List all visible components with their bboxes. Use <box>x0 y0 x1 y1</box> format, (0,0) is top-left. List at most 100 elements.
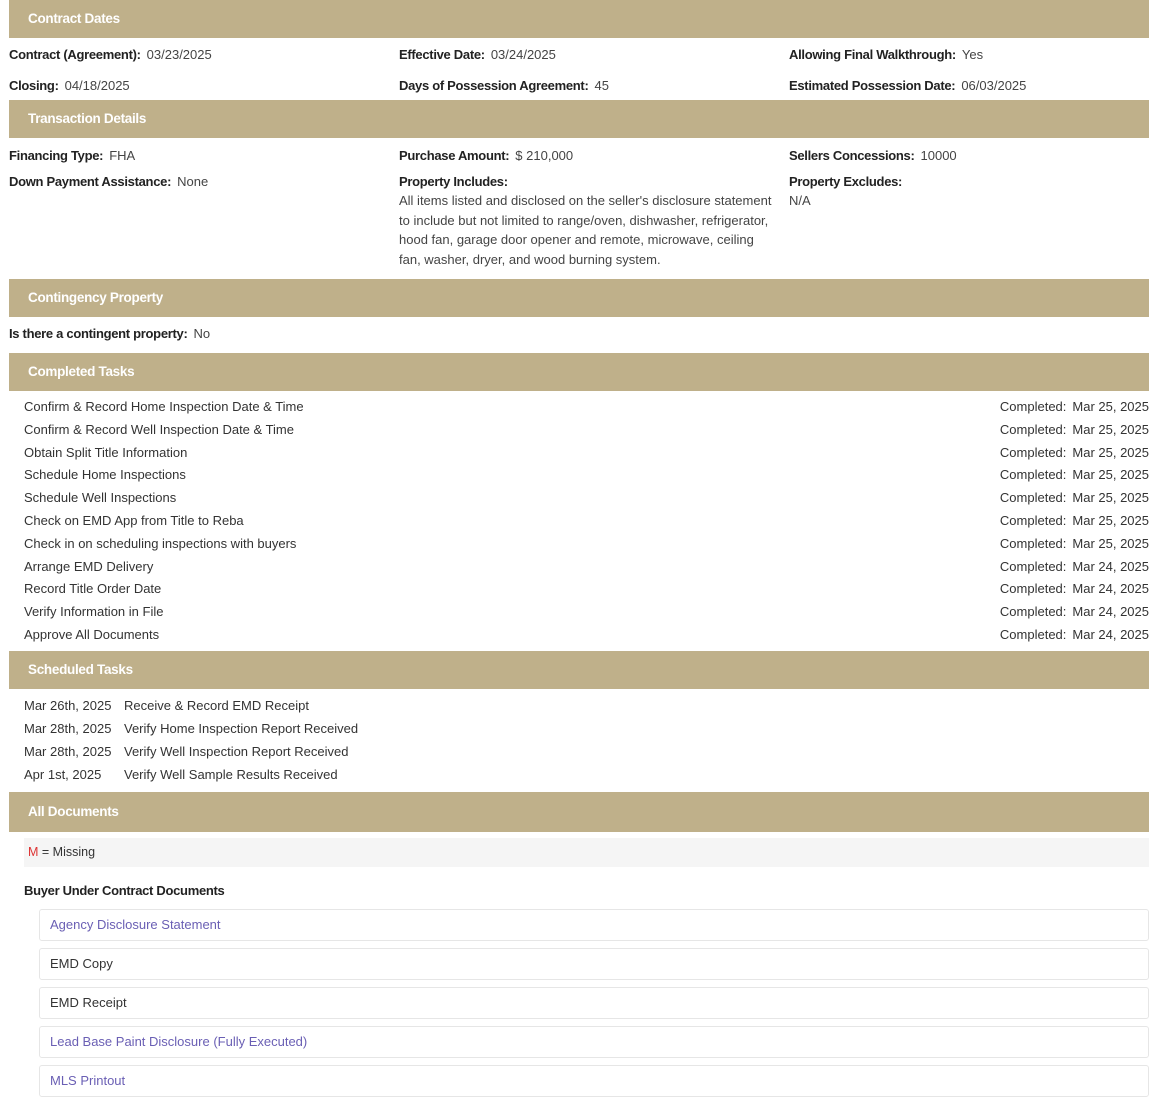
completed-task-name: Obtain Split Title Information <box>24 444 188 460</box>
completed-task-row: Obtain Split Title Information Completed:… <box>9 442 1149 465</box>
scheduled-task-date: Mar 28th, 2025 <box>24 721 112 736</box>
completed-label: Completed: <box>999 421 1067 437</box>
financing-type-field: Financing Type: FHA <box>9 148 136 163</box>
completed-date-value: Mar 24, 2025 <box>1072 626 1149 642</box>
final-walkthrough-field: Allowing Final Walkthrough: Yes <box>789 47 984 62</box>
completed-date-value: Mar 25, 2025 <box>1072 512 1149 528</box>
contract-dates-header: Contract Dates <box>9 0 1149 38</box>
completed-task-name: Schedule Home Inspections <box>24 467 186 483</box>
buyer-under-contract-title: Buyer Under Contract Documents <box>24 883 225 898</box>
effective-date-field: Effective Date: 03/24/2025 <box>399 47 556 62</box>
document-item: EMD Copy <box>39 948 1149 980</box>
completed-date-value: Mar 25, 2025 <box>1072 421 1149 437</box>
completed-date-value: Mar 24, 2025 <box>1072 604 1149 620</box>
property-excludes-label: Property Excludes: <box>789 174 903 189</box>
property-includes-text: All items listed and disclosed on the se… <box>399 193 772 268</box>
missing-legend-text: = Missing <box>41 845 96 859</box>
completed-date-value: Mar 24, 2025 <box>1072 558 1149 574</box>
scheduled-task-name: Receive & Record EMD Receipt <box>124 698 309 713</box>
contract-agreement-field: Contract (Agreement): 03/23/2025 <box>9 47 212 62</box>
documents-list: Agency Disclosure Statement EMD Copy EMD R… <box>9 909 1149 1097</box>
scheduled-task-name: Verify Home Inspection Report Received <box>124 721 359 736</box>
document-item[interactable]: Agency Disclosure Statement <box>39 909 1149 941</box>
completed-task-row: Confirm & Record Well Inspection Date & … <box>9 419 1149 442</box>
scheduled-task-row: Mar 28th, 2025 Verify Well Inspection Rep… <box>9 740 1149 763</box>
completed-task-name: Check on EMD App from Title to Reba <box>24 512 244 528</box>
completed-date-value: Mar 25, 2025 <box>1072 535 1149 551</box>
scheduled-task-row: Mar 28th, 2025 Verify Home Inspection Rep… <box>9 717 1149 740</box>
document-item[interactable]: Lead Base Paint Disclosure (Fully Execut… <box>39 1026 1149 1058</box>
property-includes-label: Property Includes: <box>399 174 508 189</box>
scheduled-tasks-list: Mar 26th, 2025 Receive & Record EMD Recei… <box>9 689 1149 792</box>
completed-task-date: Completed: Mar 24, 2025 <box>1000 556 1149 579</box>
contingency-header: Contingency Property <box>9 279 1149 317</box>
transaction-details-header: Transaction Details <box>9 100 1149 138</box>
completed-task-date: Completed: Mar 25, 2025 <box>1000 442 1149 465</box>
completed-task-date: Completed: Mar 25, 2025 <box>1000 464 1149 487</box>
completed-date-value: Mar 25, 2025 <box>1072 490 1149 506</box>
all-documents-header: All Documents <box>9 792 1149 832</box>
completed-task-row: Confirm & Record Home Inspection Date & … <box>9 396 1149 419</box>
completed-task-row: Approve All Documents Completed: Mar 24, 2… <box>9 624 1149 647</box>
completed-label: Completed: <box>999 581 1067 597</box>
completed-task-date: Completed: Mar 24, 2025 <box>1000 624 1149 647</box>
estimated-possession-field: Estimated Possession Date: 06/03/2025 <box>789 78 1027 93</box>
down-payment-assistance-field: Down Payment Assistance: None <box>9 174 209 189</box>
completed-task-name: Schedule Well Inspections <box>24 490 177 506</box>
completed-date-value: Mar 25, 2025 <box>1072 467 1149 483</box>
completed-task-name: Record Title Order Date <box>24 581 162 597</box>
closing-field: Closing: 04/18/2025 <box>9 78 130 93</box>
sellers-concessions-field: Sellers Concessions: 10000 <box>789 148 957 163</box>
completed-task-date: Completed: Mar 24, 2025 <box>1000 601 1149 624</box>
completed-date-value: Mar 24, 2025 <box>1072 581 1149 597</box>
scheduled-task-date: Apr 1st, 2025 <box>24 767 102 782</box>
completed-label: Completed: <box>999 444 1067 460</box>
purchase-amount-field: Purchase Amount: $ 210,000 <box>399 148 574 163</box>
completed-date-value: Mar 25, 2025 <box>1072 444 1149 460</box>
missing-mark: M <box>28 845 39 859</box>
completed-label: Completed: <box>999 490 1067 506</box>
completed-task-name: Arrange EMD Delivery <box>24 558 154 574</box>
completed-task-name: Confirm & Record Home Inspection Date & … <box>24 399 304 414</box>
completed-task-row: Check in on scheduling inspections with … <box>9 533 1149 556</box>
completed-task-row: Arrange EMD Delivery Completed: Mar 24, 20… <box>9 556 1149 579</box>
completed-task-row: Check on EMD App from Title to Reba Compl… <box>9 510 1149 533</box>
completed-task-row: Schedule Home Inspections Completed: Mar 2… <box>9 464 1149 487</box>
property-excludes-text: N/A <box>789 193 811 208</box>
completed-task-name: Confirm & Record Well Inspection Date & … <box>24 421 294 437</box>
scheduled-tasks-header: Scheduled Tasks <box>9 651 1149 689</box>
scheduled-task-name: Verify Well Sample Results Received <box>124 767 338 782</box>
completed-task-date: Completed: Mar 25, 2025 <box>1000 419 1149 442</box>
completed-task-name: Approve All Documents <box>24 626 160 642</box>
completed-task-date: Completed: Mar 25, 2025 <box>1000 396 1149 419</box>
completed-tasks-list: Confirm & Record Home Inspection Date & … <box>9 391 1149 651</box>
completed-task-date: Completed: Mar 25, 2025 <box>1000 487 1149 510</box>
completed-tasks-header: Completed Tasks <box>9 353 1149 391</box>
contingent-property-field: Is there a contingent property: No <box>9 326 211 341</box>
scheduled-task-name: Verify Well Inspection Report Received <box>124 744 349 759</box>
transaction-col-1: Financing Type: FHA Down Payment Assistan… <box>9 146 399 279</box>
completed-task-date: Completed: Mar 25, 2025 <box>1000 510 1149 533</box>
completed-label: Completed: <box>999 535 1067 551</box>
completed-label: Completed: <box>999 467 1067 483</box>
transaction-col-3: Sellers Concessions: 10000 Property Exclu… <box>789 146 1149 279</box>
transaction-col-2: Purchase Amount: $ 210,000 Property Inclu… <box>399 146 789 279</box>
completed-task-date: Completed: Mar 24, 2025 <box>1000 578 1149 601</box>
missing-legend: M = Missing <box>24 838 1149 867</box>
completed-label: Completed: <box>999 604 1067 620</box>
scheduled-task-row: Mar 26th, 2025 Receive & Record EMD Recei… <box>9 694 1149 717</box>
scheduled-task-date: Mar 28th, 2025 <box>24 744 112 759</box>
completed-task-row: Verify Information in File Completed: Mar … <box>9 601 1149 624</box>
document-item: EMD Receipt <box>39 987 1149 1019</box>
completed-task-name: Verify Information in File <box>24 604 164 620</box>
document-item[interactable]: MLS Printout <box>39 1065 1149 1097</box>
completed-label: Completed: <box>999 558 1067 574</box>
completed-label: Completed: <box>999 512 1067 528</box>
scheduled-task-row: Apr 1st, 2025 Verify Well Sample Results … <box>9 763 1149 786</box>
scheduled-task-date: Mar 26th, 2025 <box>24 698 112 713</box>
possession-days-field: Days of Possession Agreement: 45 <box>399 78 609 93</box>
completed-task-date: Completed: Mar 25, 2025 <box>1000 533 1149 556</box>
completed-task-name: Check in on scheduling inspections with … <box>24 535 297 551</box>
completed-date-value: Mar 25, 2025 <box>1072 399 1149 414</box>
completed-task-row: Record Title Order Date Completed: Mar 24,… <box>9 578 1149 601</box>
